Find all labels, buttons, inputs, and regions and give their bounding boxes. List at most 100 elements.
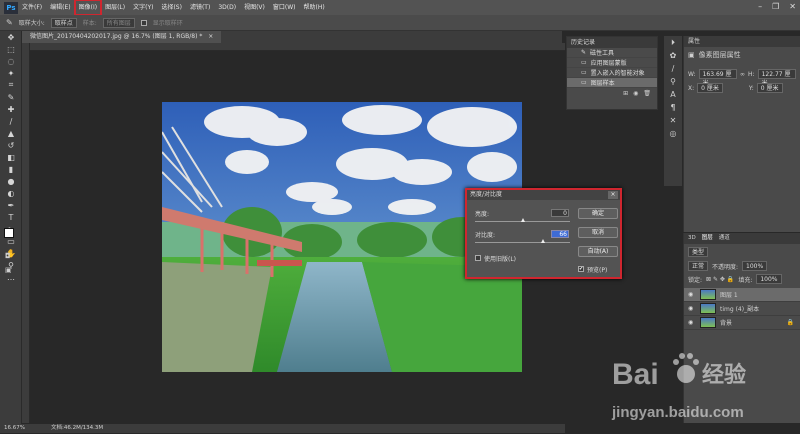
crop-tool-icon[interactable]: ⌗ xyxy=(0,79,22,91)
menu-type[interactable]: 文字(Y) xyxy=(129,0,157,15)
y-field[interactable]: 0 厘米 xyxy=(756,83,783,93)
tab-channels[interactable]: 通道 xyxy=(719,233,730,244)
brush-presets-icon[interactable]: ✿ xyxy=(664,49,682,62)
screen-mode-icon[interactable]: ▣ xyxy=(5,266,12,274)
document-tab-close-icon[interactable]: × xyxy=(208,33,213,40)
legacy-label: 使用旧版(L) xyxy=(484,256,517,263)
x-field[interactable]: 0 厘米 xyxy=(697,83,723,93)
menu-image[interactable]: 图像(I) xyxy=(73,0,103,16)
quick-mask-icon[interactable]: ◘ xyxy=(5,252,11,260)
brush-icon[interactable]: ∕ xyxy=(664,62,682,75)
contrast-input[interactable]: 66 xyxy=(551,230,569,238)
eyedropper-icon[interactable]: ✎ xyxy=(6,18,13,27)
dodge-tool-icon[interactable]: ◐ xyxy=(0,187,22,199)
height-field[interactable]: 122.77 厘米 xyxy=(757,69,796,87)
layer-kind-filter[interactable]: 类型 xyxy=(688,247,709,257)
options-bar: ✎ 取样大小: 取样点 样本: 所有图层 显示取样环 xyxy=(0,15,800,31)
menu-help[interactable]: 帮助(H) xyxy=(300,0,329,15)
history-item[interactable]: ✎ 磁性工具 xyxy=(567,48,657,58)
history-item-icon: ▭ xyxy=(581,59,587,66)
paragraph-icon[interactable]: ¶ xyxy=(664,101,682,114)
blur-tool-icon[interactable]: ● xyxy=(0,175,22,187)
width-field[interactable]: 163.69 厘米 xyxy=(698,69,738,87)
tab-layers[interactable]: 图层 xyxy=(702,233,713,244)
layer-row[interactable]: ◉ 背景 🔒 xyxy=(684,316,800,330)
sample-size-select[interactable]: 取样点 xyxy=(50,17,77,28)
legacy-checkbox[interactable] xyxy=(475,255,481,261)
visibility-eye-icon[interactable]: ◉ xyxy=(688,291,696,298)
menu-file[interactable]: 文件(F) xyxy=(18,0,46,15)
layer-thumbnail xyxy=(700,303,716,314)
cancel-button[interactable]: 取消 xyxy=(578,227,618,238)
blend-mode-select[interactable]: 正常 xyxy=(688,261,709,271)
document-tab[interactable]: 微信图片_20170404202017.jpg @ 16.7% (图层 1, R… xyxy=(22,31,222,43)
history-item[interactable]: ▭ 应用图层蒙版 xyxy=(567,58,657,68)
window-controls: – ❐ ✕ xyxy=(758,2,796,11)
healing-tool-icon[interactable]: ✚ xyxy=(0,103,22,115)
visibility-eye-icon[interactable]: ◉ xyxy=(688,319,696,326)
history-panel-icon[interactable]: ⏵ xyxy=(664,36,682,49)
minimize-icon[interactable]: – xyxy=(758,2,762,11)
contrast-slider-thumb[interactable] xyxy=(541,239,546,243)
contrast-slider[interactable] xyxy=(475,242,570,243)
dialog-close-icon[interactable]: × xyxy=(608,191,618,199)
menu-filter[interactable]: 滤镜(T) xyxy=(186,0,214,15)
brush-tool-icon[interactable]: ∕ xyxy=(0,115,22,127)
history-brush-icon[interactable]: ↺ xyxy=(0,139,22,151)
auto-button[interactable]: 自动(A) xyxy=(578,246,618,257)
eraser-tool-icon[interactable]: ◧ xyxy=(0,151,22,163)
menu-edit[interactable]: 编辑(E) xyxy=(46,0,74,15)
lock-icons[interactable]: ⊠ ✎ ✥ 🔒 xyxy=(706,276,734,283)
new-document-icon[interactable]: ⊞ xyxy=(623,90,628,97)
menu-view[interactable]: 视图(V) xyxy=(240,0,269,15)
vertical-ruler xyxy=(22,43,30,423)
pen-tool-icon[interactable]: ✒ xyxy=(0,199,22,211)
character-icon[interactable]: A xyxy=(664,88,682,101)
stamp-tool-icon[interactable]: ▲ xyxy=(0,127,22,139)
clone-source-icon[interactable]: ⚲ xyxy=(664,75,682,88)
visibility-eye-icon[interactable]: ◉ xyxy=(688,305,696,312)
brightness-input[interactable]: 0 xyxy=(551,209,569,217)
layer-row[interactable]: ◉ timg (4)_副本 xyxy=(684,302,800,316)
layers-panel: 3D 图层 通道 类型 正常 不透明度: 100% 锁定: ⊠ ✎ ✥ 🔒 填充… xyxy=(683,233,800,423)
swatches-icon[interactable]: ◎ xyxy=(664,127,682,140)
brightness-slider-thumb[interactable] xyxy=(520,218,525,222)
history-item[interactable]: ▭ 置入嵌入的智能对象 xyxy=(567,68,657,78)
menu-select[interactable]: 选择(S) xyxy=(157,0,186,15)
restore-icon[interactable]: ❐ xyxy=(772,2,779,11)
properties-title: 属性 xyxy=(684,36,800,47)
type-tool-icon[interactable]: T xyxy=(0,211,22,223)
gradient-tool-icon[interactable]: ▮ xyxy=(0,163,22,175)
menu-window[interactable]: 窗口(W) xyxy=(269,0,300,15)
dialog-titlebar[interactable]: 亮度/对比度 × xyxy=(467,190,620,200)
preview-checkbox[interactable]: ✔ xyxy=(578,266,584,272)
quick-select-tool-icon[interactable]: ✦ xyxy=(0,67,22,79)
opacity-field[interactable]: 100% xyxy=(742,261,768,271)
lasso-tool-icon[interactable]: ◌ xyxy=(0,55,22,67)
ok-button[interactable]: 确定 xyxy=(578,208,618,219)
fill-field[interactable]: 100% xyxy=(756,274,782,284)
dialog-title: 亮度/对比度 xyxy=(470,191,503,198)
layer-row[interactable]: ◉ 图层 1 xyxy=(684,288,800,302)
tab-3d[interactable]: 3D xyxy=(688,233,696,244)
menu-3d[interactable]: 3D(D) xyxy=(214,0,240,15)
move-tool-icon[interactable]: ✥ xyxy=(0,31,22,43)
history-item[interactable]: ▭ 图层样本 xyxy=(567,78,657,88)
trash-icon[interactable]: 🗑 xyxy=(643,90,651,97)
show-ring-checkbox[interactable] xyxy=(140,19,147,26)
hand-tool-icon[interactable]: ✋ xyxy=(0,247,22,259)
brightness-contrast-dialog: 亮度/对比度 × 亮度: 0 对比度: 66 使用旧版(L) 确定 取消 自动(… xyxy=(465,188,622,279)
snapshot-icon[interactable]: ◉ xyxy=(633,90,638,97)
close-window-icon[interactable]: ✕ xyxy=(789,2,796,11)
menu-layer[interactable]: 图层(L) xyxy=(101,0,129,15)
color-swatches[interactable] xyxy=(4,228,19,246)
x-label: X: xyxy=(688,84,695,92)
lock-label: 锁定: xyxy=(688,276,703,284)
eyedropper-tool-icon[interactable]: ✎ xyxy=(0,91,22,103)
marquee-tool-icon[interactable]: ⬚ xyxy=(0,43,22,55)
foreground-color[interactable] xyxy=(4,228,14,238)
link-icon[interactable]: ∞ xyxy=(740,71,745,78)
tool-presets-icon[interactable]: ✕ xyxy=(664,114,682,127)
sample-select[interactable]: 所有图层 xyxy=(102,17,135,28)
zoom-level[interactable]: 16.67% xyxy=(4,424,25,433)
